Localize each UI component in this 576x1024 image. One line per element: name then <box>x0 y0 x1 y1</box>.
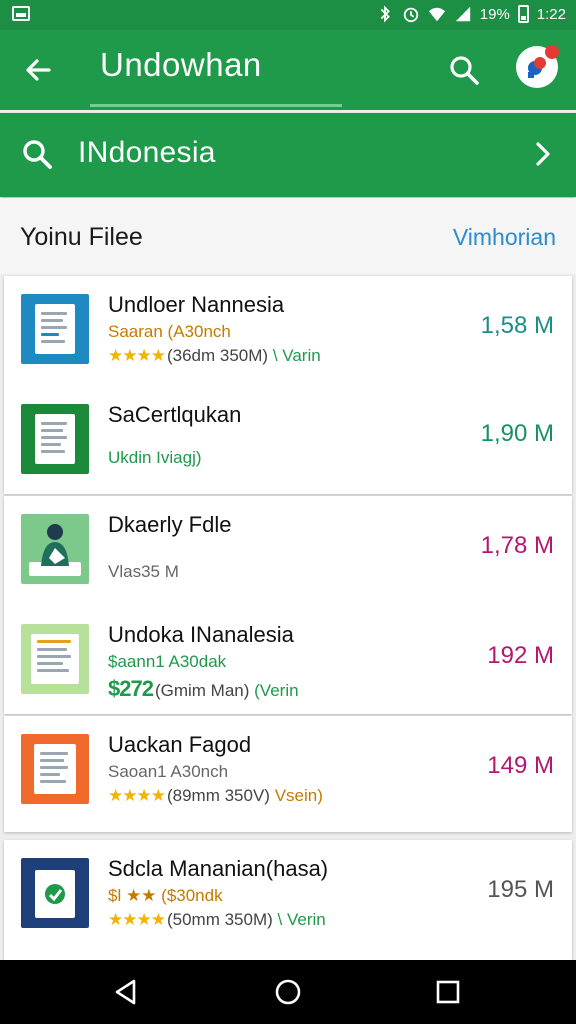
file-card: Sdcla Mananian(hasa) $l ★★ ($30ndk ★★★★(… <box>4 840 572 960</box>
item-size: 192 M <box>487 642 554 669</box>
item-name: SaCertlqukan <box>108 402 242 427</box>
search-icon <box>450 56 479 85</box>
item-size: 149 M <box>487 752 554 779</box>
item-name: Uackan Fagod <box>108 732 252 757</box>
item-name: Undloer Nannesia <box>108 292 285 317</box>
item-status: Vsein) <box>274 786 323 805</box>
navigation-bar <box>0 960 576 1024</box>
list-item[interactable]: Undoka INanalesia $aann1 A30dak $272 (Gmi… <box>4 606 572 716</box>
rating-stars: ★★★★ <box>108 346 166 365</box>
item-meta: ★★★★ (36dm 350M) \ Varin <box>108 346 321 366</box>
item-subtitle: Saaran (A30nch <box>108 322 231 341</box>
search-input[interactable]: INdonesia <box>78 136 216 170</box>
file-card: Undloer Nannesia Saaran (A30nch ★★★★ (36d… <box>4 276 572 494</box>
battery-icon <box>517 5 529 23</box>
item-subtitle: $aann1 A30dak <box>108 652 227 671</box>
back-button[interactable] <box>18 50 58 90</box>
file-thumbnail <box>21 294 89 364</box>
rating-stars: ★★★★ <box>108 786 166 805</box>
nav-home-icon[interactable] <box>270 974 306 1010</box>
list-item[interactable]: Dkaerly Fdle Vlas35 M 1,78 M <box>4 496 572 606</box>
item-size: 1,78 M <box>480 532 554 559</box>
item-size: 1,90 M <box>480 420 554 447</box>
item-details: (36dm 350M) <box>166 346 269 365</box>
item-details: (Gmim Man) <box>154 681 250 700</box>
rating-stars: ★★★★ <box>108 910 166 929</box>
item-meta: ★★★★ (50mm 350M) \ Verin <box>108 910 326 930</box>
document-icon <box>35 304 75 354</box>
app-title: Undowhan <box>100 46 262 83</box>
alarm-icon <box>403 7 418 23</box>
bluetooth-icon <box>380 5 390 23</box>
image-notification-icon <box>12 6 30 21</box>
search-icon <box>23 140 52 169</box>
wifi-icon <box>428 7 445 22</box>
file-thumbnail <box>21 734 89 804</box>
item-size: 1,58 M <box>480 312 554 339</box>
chevron-right-icon[interactable] <box>528 139 558 169</box>
rating-stars: $272 <box>108 676 154 701</box>
item-details: (89mm 350V) <box>166 786 270 805</box>
list-item[interactable]: SaCertlqukan Ukdin Iviagj) 1,90 M <box>4 386 572 496</box>
status-bar: 19% 1:22 <box>0 0 576 30</box>
arrow-back-icon <box>26 59 51 81</box>
search-bar[interactable]: INdonesia <box>0 113 576 197</box>
signal-icon <box>455 6 470 22</box>
notification-badge <box>545 45 559 59</box>
nav-recents-icon[interactable] <box>430 974 466 1010</box>
app-bar: Undowhan <box>0 30 576 110</box>
item-size: 195 M <box>487 876 554 903</box>
item-name: Dkaerly Fdle <box>108 512 232 537</box>
person-illustration-icon <box>29 524 81 576</box>
section-link[interactable]: Vimhorian <box>453 224 556 251</box>
item-subtitle: $l ★★ ($30ndk <box>108 886 223 905</box>
item-subtitle: Saoan1 A30nch <box>108 762 229 781</box>
list-item[interactable]: Uackan Fagod Saoan1 A30nch ★★★★ (89mm 350… <box>4 716 572 826</box>
item-subtitle: Ukdin Iviagj) <box>108 448 202 467</box>
item-name: Sdcla Mananian(hasa) <box>108 856 329 881</box>
file-card: Dkaerly Fdle Vlas35 M 1,78 M Undoka INan… <box>4 496 572 714</box>
item-status: \ Verin <box>277 910 326 929</box>
item-meta: $272 (Gmim Man) (Verin <box>108 676 299 702</box>
title-underline <box>90 104 342 107</box>
item-meta: ★★★★ (89mm 350V) Vsein) <box>108 786 323 806</box>
avatar[interactable] <box>516 45 559 88</box>
file-thumbnail <box>21 858 89 928</box>
item-status: \ Varin <box>272 346 321 365</box>
document-icon <box>34 744 76 794</box>
item-status: (Verin <box>254 681 299 700</box>
list-item[interactable]: Sdcla Mananian(hasa) $l ★★ ($30ndk ★★★★(… <box>4 840 572 950</box>
section-header: Yoinu Filee Vimhorian <box>0 198 576 274</box>
section-title: Yoinu Filee <box>20 223 143 251</box>
item-details: (50mm 350M) <box>166 910 273 929</box>
clock: 1:22 <box>536 5 566 23</box>
search-button[interactable] <box>442 48 486 92</box>
file-thumbnail <box>21 404 89 474</box>
file-thumbnail <box>21 624 89 694</box>
item-subtitle: Vlas35 M <box>108 562 179 581</box>
document-icon <box>31 634 79 684</box>
document-icon <box>35 414 75 464</box>
file-card: Uackan Fagod Saoan1 A30nch ★★★★ (89mm 350… <box>4 716 572 832</box>
document-icon <box>35 870 75 918</box>
item-name: Undoka INanalesia <box>108 622 294 647</box>
list-item[interactable]: Undloer Nannesia Saaran (A30nch ★★★★ (36d… <box>4 276 572 386</box>
nav-back-icon[interactable] <box>108 974 144 1010</box>
battery-percent: 19% <box>479 5 510 23</box>
file-thumbnail <box>21 514 89 584</box>
